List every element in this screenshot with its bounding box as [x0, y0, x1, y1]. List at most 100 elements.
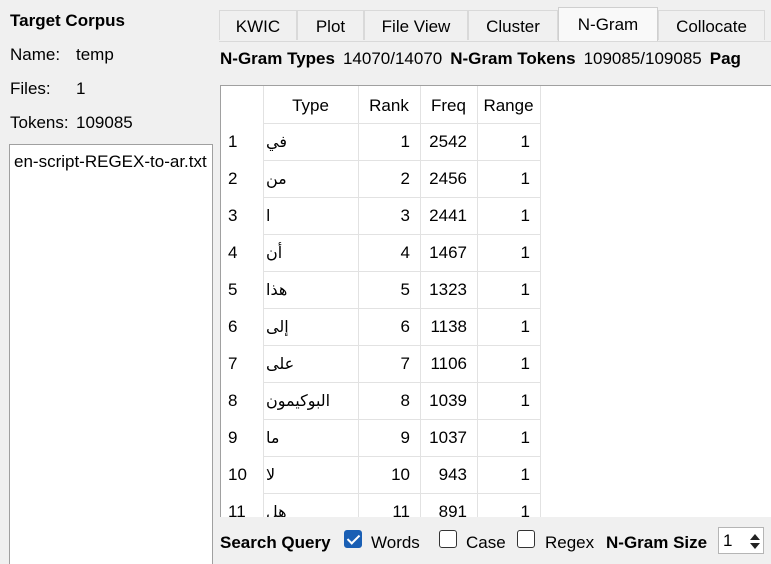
row-number-cell[interactable]: 5	[221, 271, 263, 308]
column-header-rank[interactable]: Rank	[358, 86, 420, 123]
range-cell[interactable]: 1	[477, 123, 540, 160]
regex-label: Regex	[545, 533, 595, 552]
tab-divider	[219, 41, 771, 42]
corpus-title: Target Corpus	[10, 11, 125, 30]
freq-cell[interactable]: 1467	[420, 234, 477, 271]
tokens-label: Tokens:	[10, 113, 69, 132]
rank-cell[interactable]: 10	[358, 456, 420, 493]
freq-cell[interactable]: 2456	[420, 160, 477, 197]
type-cell[interactable]: هل	[263, 493, 358, 517]
results-table[interactable]: Type Rank Freq Range 1 في 1 2542 1 2 من 2 2456 1 3…	[220, 85, 771, 517]
files-label: Files:	[10, 79, 51, 98]
ngram-size-label: N-Gram Size	[606, 533, 708, 552]
spin-down-icon[interactable]	[750, 543, 760, 549]
page-label: Pag	[709, 49, 741, 68]
freq-cell[interactable]: 2542	[420, 123, 477, 160]
freq-cell[interactable]: 1039	[420, 382, 477, 419]
corpus-panel: Target Corpus Name: temp Files: 1 Tokens…	[0, 0, 218, 564]
range-cell[interactable]: 1	[477, 308, 540, 345]
range-cell[interactable]: 1	[477, 382, 540, 419]
rank-cell[interactable]: 9	[358, 419, 420, 456]
case-label: Case	[466, 533, 506, 552]
tab-file-view[interactable]: File View	[364, 10, 468, 40]
row-number-cell[interactable]: 8	[221, 382, 263, 419]
words-label: Words	[371, 533, 420, 552]
row-number-cell[interactable]: 1	[221, 123, 263, 160]
rank-cell[interactable]: 3	[358, 197, 420, 234]
row-number-cell[interactable]: 6	[221, 308, 263, 345]
type-cell[interactable]: البوكيمون	[263, 382, 358, 419]
rank-cell[interactable]: 4	[358, 234, 420, 271]
search-query-bar: Search Query Words Case Regex N-Gram Siz…	[220, 516, 771, 563]
freq-cell[interactable]: 891	[420, 493, 477, 517]
range-cell[interactable]: 1	[477, 456, 540, 493]
column-header-freq[interactable]: Freq	[420, 86, 477, 123]
rank-cell[interactable]: 5	[358, 271, 420, 308]
range-cell[interactable]: 1	[477, 271, 540, 308]
freq-cell[interactable]: 1106	[420, 345, 477, 382]
freq-cell[interactable]: 1138	[420, 308, 477, 345]
rank-cell[interactable]: 1	[358, 123, 420, 160]
type-cell[interactable]: على	[263, 345, 358, 382]
range-cell[interactable]: 1	[477, 234, 540, 271]
type-cell[interactable]: من	[263, 160, 358, 197]
case-checkbox[interactable]	[439, 530, 457, 548]
tab-collocate[interactable]: Collocate	[658, 10, 765, 40]
column-header-type[interactable]: Type	[263, 86, 358, 123]
row-number-cell[interactable]: 7	[221, 345, 263, 382]
type-cell[interactable]: هذا	[263, 271, 358, 308]
corpus-tokens-row: Tokens: 109085	[10, 113, 133, 133]
rank-cell[interactable]: 8	[358, 382, 420, 419]
tokens-value: 109085	[76, 113, 133, 132]
search-query-label: Search Query	[220, 533, 331, 552]
grid-line	[540, 86, 541, 517]
row-number-cell[interactable]: 10	[221, 456, 263, 493]
rank-cell[interactable]: 11	[358, 493, 420, 517]
range-cell[interactable]: 1	[477, 493, 540, 517]
type-cell[interactable]: في	[263, 123, 358, 160]
freq-cell[interactable]: 2441	[420, 197, 477, 234]
name-value: temp	[76, 45, 114, 64]
type-cell[interactable]: لا	[263, 456, 358, 493]
rank-cell[interactable]: 2	[358, 160, 420, 197]
corpus-name-row: Name: temp	[10, 45, 114, 65]
regex-checkbox[interactable]	[517, 530, 535, 548]
freq-cell[interactable]: 1037	[420, 419, 477, 456]
range-cell[interactable]: 1	[477, 197, 540, 234]
row-number-cell[interactable]: 4	[221, 234, 263, 271]
row-number-cell[interactable]: 3	[221, 197, 263, 234]
rank-cell[interactable]: 7	[358, 345, 420, 382]
row-number-cell[interactable]: 2	[221, 160, 263, 197]
file-list-item[interactable]: en-script-REGEX-to-ar.txt	[14, 152, 207, 172]
words-checkbox[interactable]	[344, 530, 362, 548]
row-number-cell[interactable]: 11	[221, 493, 263, 517]
spin-up-icon[interactable]	[750, 534, 760, 540]
column-header-range[interactable]: Range	[477, 86, 540, 123]
range-cell[interactable]: 1	[477, 160, 540, 197]
type-cell[interactable]: إلى	[263, 308, 358, 345]
corpus-files-row: Files: 1	[10, 79, 85, 99]
ngram-size-spinner[interactable]: 1	[718, 527, 764, 554]
file-list[interactable]: en-script-REGEX-to-ar.txt	[9, 144, 213, 564]
tab-cluster[interactable]: Cluster	[468, 10, 558, 40]
type-cell[interactable]: ا	[263, 197, 358, 234]
tab-plot[interactable]: Plot	[297, 10, 364, 40]
tokens-stat-value: 109085/109085	[583, 49, 702, 68]
freq-cell[interactable]: 943	[420, 456, 477, 493]
freq-cell[interactable]: 1323	[420, 271, 477, 308]
tab-kwic[interactable]: KWIC	[219, 10, 297, 40]
row-number-cell[interactable]: 9	[221, 419, 263, 456]
range-cell[interactable]: 1	[477, 345, 540, 382]
tokens-stat-label: N-Gram Tokens	[450, 49, 576, 68]
tool-tabs: KWIC Plot File View Cluster N-Gram Collo…	[219, 7, 771, 41]
type-cell[interactable]: أن	[263, 234, 358, 271]
rank-cell[interactable]: 6	[358, 308, 420, 345]
types-value: 14070/14070	[342, 49, 443, 68]
ngram-size-value[interactable]: 1	[723, 531, 732, 551]
types-label: N-Gram Types	[220, 49, 335, 68]
files-value: 1	[76, 79, 86, 98]
type-cell[interactable]: ما	[263, 419, 358, 456]
name-label: Name:	[10, 45, 61, 64]
tab-n-gram[interactable]: N-Gram	[558, 7, 658, 41]
range-cell[interactable]: 1	[477, 419, 540, 456]
